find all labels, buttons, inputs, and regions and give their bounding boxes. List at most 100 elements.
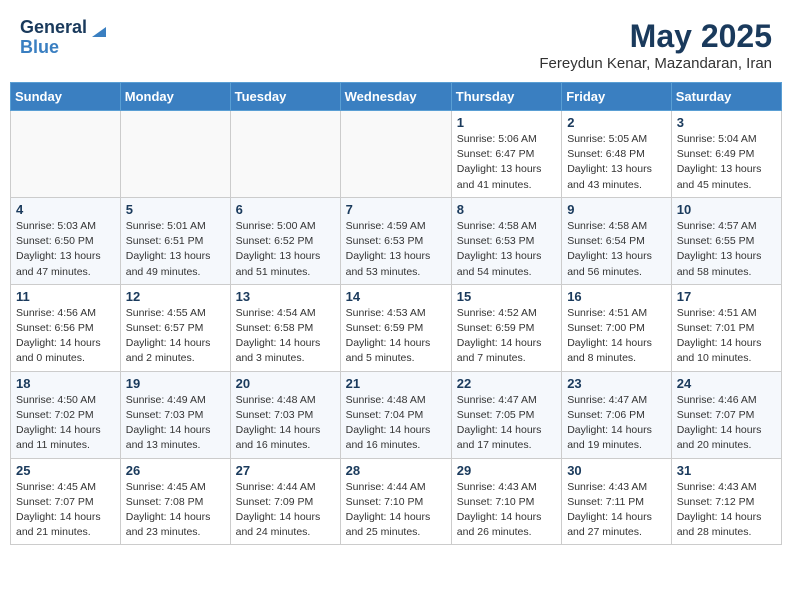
weekday-header-wednesday: Wednesday <box>340 83 451 111</box>
calendar-cell: 15Sunrise: 4:52 AM Sunset: 6:59 PM Dayli… <box>451 284 561 371</box>
day-number: 14 <box>346 289 446 304</box>
day-info: Sunrise: 5:04 AM Sunset: 6:49 PM Dayligh… <box>677 132 776 193</box>
calendar-week-5: 25 Sunrise: 4:45 AM Sunset: 7:07 PM Dayli… <box>11 458 782 545</box>
day-number: 3 <box>677 115 776 130</box>
day-info: Sunrise: 5:00 AM Sunset: 6:52 PM Dayligh… <box>236 219 335 280</box>
day-number: 6 <box>236 202 335 217</box>
day-number: 11 <box>16 289 115 304</box>
day-number: 28 <box>346 463 446 478</box>
logo-chevron-icon <box>88 19 106 37</box>
calendar-cell: 10 Sunrise: 4:57 AM Sunset: 6:55 PM Dayli… <box>671 197 781 284</box>
day-info: Sunrise: 4:43 AM Sunset: 7:12 PM Dayligh… <box>677 480 776 541</box>
weekday-header-monday: Monday <box>120 83 230 111</box>
calendar-cell: 25 Sunrise: 4:45 AM Sunset: 7:07 PM Dayli… <box>11 458 121 545</box>
logo-general-word: General <box>20 18 87 38</box>
day-number: 24 <box>677 376 776 391</box>
calendar-cell <box>340 111 451 198</box>
calendar-cell: 26Sunrise: 4:45 AM Sunset: 7:08 PM Dayli… <box>120 458 230 545</box>
weekday-header-sunday: Sunday <box>11 83 121 111</box>
day-number: 7 <box>346 202 446 217</box>
day-number: 22 <box>457 376 556 391</box>
day-info: Sunrise: 4:44 AM Sunset: 7:10 PM Dayligh… <box>346 480 446 541</box>
day-number: 12 <box>126 289 225 304</box>
calendar-cell: 30 Sunrise: 4:43 AM Sunset: 7:11 PM Dayli… <box>562 458 672 545</box>
day-number: 10 <box>677 202 776 217</box>
day-info: Sunrise: 4:55 AM Sunset: 6:57 PM Dayligh… <box>126 306 225 367</box>
day-info: Sunrise: 5:05 AM Sunset: 6:48 PM Dayligh… <box>567 132 666 193</box>
day-info: Sunrise: 4:45 AM Sunset: 7:07 PM Dayligh… <box>16 480 115 541</box>
calendar-cell: 3 Sunrise: 5:04 AM Sunset: 6:49 PM Daylig… <box>671 111 781 198</box>
day-info: Sunrise: 5:01 AM Sunset: 6:51 PM Dayligh… <box>126 219 225 280</box>
weekday-header-thursday: Thursday <box>451 83 561 111</box>
day-info: Sunrise: 4:58 AM Sunset: 6:54 PM Dayligh… <box>567 219 666 280</box>
calendar-cell: 19Sunrise: 4:49 AM Sunset: 7:03 PM Dayli… <box>120 371 230 458</box>
day-number: 17 <box>677 289 776 304</box>
day-info: Sunrise: 4:47 AM Sunset: 7:05 PM Dayligh… <box>457 393 556 454</box>
calendar-week-4: 18 Sunrise: 4:50 AM Sunset: 7:02 PM Dayli… <box>11 371 782 458</box>
day-number: 2 <box>567 115 666 130</box>
day-number: 5 <box>126 202 225 217</box>
day-number: 23 <box>567 376 666 391</box>
calendar-cell: 29 Sunrise: 4:43 AM Sunset: 7:10 PM Dayli… <box>451 458 561 545</box>
day-number: 20 <box>236 376 335 391</box>
calendar-cell: 1 Sunrise: 5:06 AM Sunset: 6:47 PM Daylig… <box>451 111 561 198</box>
calendar-cell: 22 Sunrise: 4:47 AM Sunset: 7:05 PM Dayli… <box>451 371 561 458</box>
day-info: Sunrise: 4:45 AM Sunset: 7:08 PM Dayligh… <box>126 480 225 541</box>
day-number: 4 <box>16 202 115 217</box>
calendar-cell <box>120 111 230 198</box>
calendar-cell <box>11 111 121 198</box>
day-number: 29 <box>457 463 556 478</box>
calendar-week-3: 11Sunrise: 4:56 AM Sunset: 6:56 PM Dayli… <box>11 284 782 371</box>
day-info: Sunrise: 5:06 AM Sunset: 6:47 PM Dayligh… <box>457 132 556 193</box>
page-header: General Blue May 2025 Fereydun Kenar, Ma… <box>10 10 782 76</box>
day-info: Sunrise: 4:48 AM Sunset: 7:04 PM Dayligh… <box>346 393 446 454</box>
calendar-cell: 2 Sunrise: 5:05 AM Sunset: 6:48 PM Daylig… <box>562 111 672 198</box>
calendar-cell: 14 Sunrise: 4:53 AM Sunset: 6:59 PM Dayli… <box>340 284 451 371</box>
day-info: Sunrise: 4:52 AM Sunset: 6:59 PM Dayligh… <box>457 306 556 367</box>
calendar-cell: 21Sunrise: 4:48 AM Sunset: 7:04 PM Dayli… <box>340 371 451 458</box>
day-number: 18 <box>16 376 115 391</box>
day-info: Sunrise: 4:47 AM Sunset: 7:06 PM Dayligh… <box>567 393 666 454</box>
calendar-cell: 4 Sunrise: 5:03 AM Sunset: 6:50 PM Daylig… <box>11 197 121 284</box>
calendar-cell: 24Sunrise: 4:46 AM Sunset: 7:07 PM Dayli… <box>671 371 781 458</box>
day-info: Sunrise: 4:44 AM Sunset: 7:09 PM Dayligh… <box>236 480 335 541</box>
day-info: Sunrise: 4:54 AM Sunset: 6:58 PM Dayligh… <box>236 306 335 367</box>
day-number: 1 <box>457 115 556 130</box>
calendar-cell: 11Sunrise: 4:56 AM Sunset: 6:56 PM Dayli… <box>11 284 121 371</box>
calendar-week-1: 1 Sunrise: 5:06 AM Sunset: 6:47 PM Daylig… <box>11 111 782 198</box>
calendar-cell: 16Sunrise: 4:51 AM Sunset: 7:00 PM Dayli… <box>562 284 672 371</box>
calendar-cell: 12 Sunrise: 4:55 AM Sunset: 6:57 PM Dayli… <box>120 284 230 371</box>
day-number: 25 <box>16 463 115 478</box>
weekday-header-saturday: Saturday <box>671 83 781 111</box>
calendar-cell: 5 Sunrise: 5:01 AM Sunset: 6:51 PM Daylig… <box>120 197 230 284</box>
day-number: 19 <box>126 376 225 391</box>
day-info: Sunrise: 4:53 AM Sunset: 6:59 PM Dayligh… <box>346 306 446 367</box>
calendar-cell: 9Sunrise: 4:58 AM Sunset: 6:54 PM Daylig… <box>562 197 672 284</box>
weekday-header-friday: Friday <box>562 83 672 111</box>
calendar-cell: 23 Sunrise: 4:47 AM Sunset: 7:06 PM Dayli… <box>562 371 672 458</box>
calendar-cell: 7 Sunrise: 4:59 AM Sunset: 6:53 PM Daylig… <box>340 197 451 284</box>
weekday-header-tuesday: Tuesday <box>230 83 340 111</box>
calendar-cell: 27Sunrise: 4:44 AM Sunset: 7:09 PM Dayli… <box>230 458 340 545</box>
title-block: May 2025 Fereydun Kenar, Mazandaran, Ira… <box>539 18 772 72</box>
day-info: Sunrise: 4:43 AM Sunset: 7:11 PM Dayligh… <box>567 480 666 541</box>
calendar-cell: 13 Sunrise: 4:54 AM Sunset: 6:58 PM Dayli… <box>230 284 340 371</box>
logo: General Blue <box>20 18 106 58</box>
calendar-cell: 18 Sunrise: 4:50 AM Sunset: 7:02 PM Dayli… <box>11 371 121 458</box>
day-info: Sunrise: 4:50 AM Sunset: 7:02 PM Dayligh… <box>16 393 115 454</box>
calendar-cell: 28 Sunrise: 4:44 AM Sunset: 7:10 PM Dayli… <box>340 458 451 545</box>
day-info: Sunrise: 4:43 AM Sunset: 7:10 PM Dayligh… <box>457 480 556 541</box>
day-info: Sunrise: 4:59 AM Sunset: 6:53 PM Dayligh… <box>346 219 446 280</box>
calendar-table: SundayMondayTuesdayWednesdayThursdayFrid… <box>10 82 782 545</box>
day-number: 13 <box>236 289 335 304</box>
calendar-cell: 31Sunrise: 4:43 AM Sunset: 7:12 PM Dayli… <box>671 458 781 545</box>
day-info: Sunrise: 4:51 AM Sunset: 7:01 PM Dayligh… <box>677 306 776 367</box>
calendar-week-2: 4 Sunrise: 5:03 AM Sunset: 6:50 PM Daylig… <box>11 197 782 284</box>
day-info: Sunrise: 5:03 AM Sunset: 6:50 PM Dayligh… <box>16 219 115 280</box>
day-info: Sunrise: 4:58 AM Sunset: 6:53 PM Dayligh… <box>457 219 556 280</box>
calendar-cell: 8Sunrise: 4:58 AM Sunset: 6:53 PM Daylig… <box>451 197 561 284</box>
day-number: 30 <box>567 463 666 478</box>
calendar-cell: 6 Sunrise: 5:00 AM Sunset: 6:52 PM Daylig… <box>230 197 340 284</box>
day-info: Sunrise: 4:57 AM Sunset: 6:55 PM Dayligh… <box>677 219 776 280</box>
logo-blue-word: Blue <box>20 37 59 57</box>
